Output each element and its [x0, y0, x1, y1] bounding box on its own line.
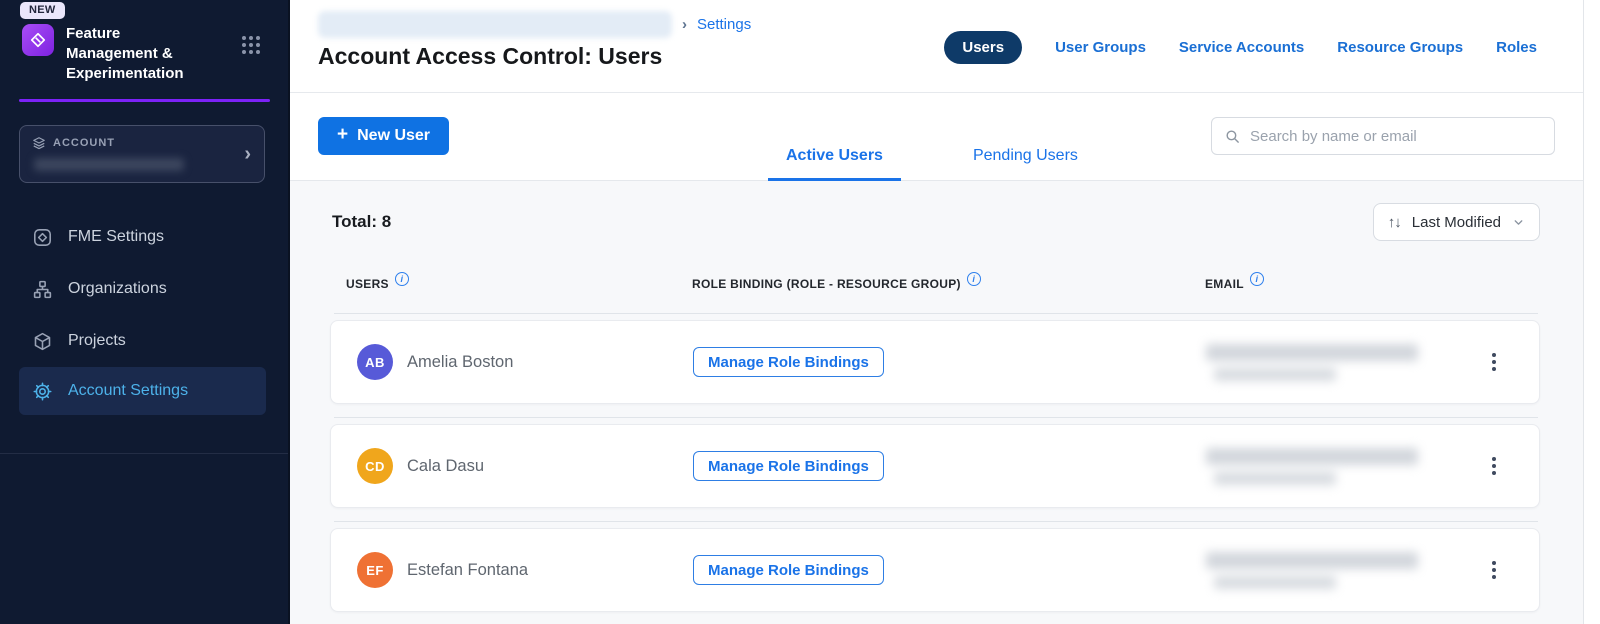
new-badge: NEW [20, 2, 65, 19]
info-icon[interactable]: i [967, 272, 981, 286]
row-divider [334, 521, 1538, 522]
sidebar-item-label: Account Settings [68, 382, 188, 400]
table-row: CD Cala Dasu Manage Role Bindings [330, 424, 1540, 508]
chevron-right-icon: › [244, 144, 251, 164]
total-count: Total: 8 [332, 212, 391, 232]
access-control-nav: Users User Groups Service Accounts Resou… [944, 29, 1537, 65]
column-header-users: USERS i [346, 277, 692, 291]
avatar: CD [357, 448, 393, 484]
sidebar-item-label: Projects [68, 332, 126, 350]
email-redacted [1206, 448, 1449, 485]
info-icon[interactable]: i [395, 272, 409, 286]
scroll-gutter [1583, 0, 1600, 624]
page-title: Account Access Control: Users [318, 43, 751, 70]
manage-role-bindings-button[interactable]: Manage Role Bindings [693, 451, 884, 481]
sidebar-item-organizations[interactable]: Organizations [0, 263, 288, 315]
split-logo-icon [22, 24, 54, 56]
tab-users[interactable]: Users [944, 31, 1022, 64]
avatar: EF [357, 552, 393, 588]
sort-dropdown[interactable]: ↑↓ Last Modified [1373, 203, 1540, 241]
sidebar-item-label: FME Settings [68, 228, 164, 246]
breadcrumb: › Settings [318, 11, 751, 38]
kebab-menu-icon[interactable] [1486, 451, 1502, 481]
tab-resource-groups[interactable]: Resource Groups [1337, 39, 1463, 56]
main-area: › Settings Account Access Control: Users… [290, 0, 1583, 624]
org-chart-icon [32, 279, 53, 300]
gear-icon [32, 381, 53, 402]
toolbar: + New User Active Users Pending Users [290, 93, 1583, 181]
account-label: ACCOUNT [53, 137, 115, 149]
tab-pending-users[interactable]: Pending Users [955, 147, 1096, 181]
sidebar-item-fme-settings[interactable]: FME Settings [0, 211, 288, 263]
sidebar-item-projects[interactable]: Projects [0, 315, 288, 367]
brand-divider [19, 99, 270, 102]
table-row: EF Estefan Fontana Manage Role Bindings [330, 528, 1540, 612]
account-selector[interactable]: ACCOUNT › [19, 125, 265, 183]
sidebar: NEW Feature Management & Experimentation [0, 0, 290, 624]
sidebar-item-account-settings[interactable]: Account Settings [19, 367, 266, 415]
table-row: AB Amelia Boston Manage Role Bindings [330, 320, 1540, 404]
manage-role-bindings-button[interactable]: Manage Role Bindings [693, 347, 884, 377]
row-divider [334, 417, 1538, 418]
kebab-menu-icon[interactable] [1486, 347, 1502, 377]
user-list-tabs: Active Users Pending Users [768, 147, 1096, 181]
product-title: Feature Management & Experimentation [66, 24, 204, 84]
user-name: Estefan Fontana [407, 561, 528, 580]
content-area: Total: 8 ↑↓ Last Modified USERS i [290, 181, 1583, 624]
sort-icon: ↑↓ [1388, 214, 1401, 231]
chevron-right-icon: › [682, 16, 687, 33]
sidebar-divider [0, 453, 288, 454]
column-header-email: EMAIL i [1205, 277, 1450, 291]
sort-label: Last Modified [1412, 214, 1501, 231]
breadcrumb-account-redacted [318, 11, 672, 38]
sidebar-menu: FME Settings Organizations [0, 211, 288, 415]
plus-icon: + [337, 124, 348, 146]
app-switcher-icon[interactable] [242, 36, 260, 54]
tab-roles[interactable]: Roles [1496, 39, 1537, 56]
manage-role-bindings-button[interactable]: Manage Role Bindings [693, 555, 884, 585]
new-user-button[interactable]: + New User [318, 117, 449, 155]
sidebar-item-label: Organizations [68, 280, 167, 298]
info-icon[interactable]: i [1250, 272, 1264, 286]
tab-service-accounts[interactable]: Service Accounts [1179, 39, 1304, 56]
search-input[interactable] [1250, 128, 1542, 145]
column-header-role-binding: ROLE BINDING (ROLE - RESOURCE GROUP) i [692, 277, 1205, 291]
search-icon [1224, 128, 1241, 145]
user-list: AB Amelia Boston Manage Role Bindings [330, 313, 1540, 612]
chevron-down-icon [1512, 216, 1525, 229]
avatar: AB [357, 344, 393, 380]
row-divider [334, 313, 1538, 314]
tab-active-users[interactable]: Active Users [768, 147, 901, 181]
account-name-redacted [34, 158, 184, 171]
cube-icon [32, 331, 53, 352]
email-redacted [1206, 552, 1449, 589]
layers-icon [32, 136, 46, 150]
page-header: › Settings Account Access Control: Users… [290, 0, 1583, 93]
tab-user-groups[interactable]: User Groups [1055, 39, 1146, 56]
table-header-row: USERS i ROLE BINDING (ROLE - RESOURCE GR… [330, 277, 1540, 291]
kebab-menu-icon[interactable] [1486, 555, 1502, 585]
app-window: NEW Feature Management & Experimentation [0, 0, 1600, 624]
user-name: Cala Dasu [407, 457, 484, 476]
user-name: Amelia Boston [407, 353, 513, 372]
search-box[interactable] [1211, 117, 1555, 155]
breadcrumb-settings-link[interactable]: Settings [697, 16, 751, 33]
email-redacted [1206, 344, 1449, 381]
split-outline-icon [32, 227, 53, 248]
